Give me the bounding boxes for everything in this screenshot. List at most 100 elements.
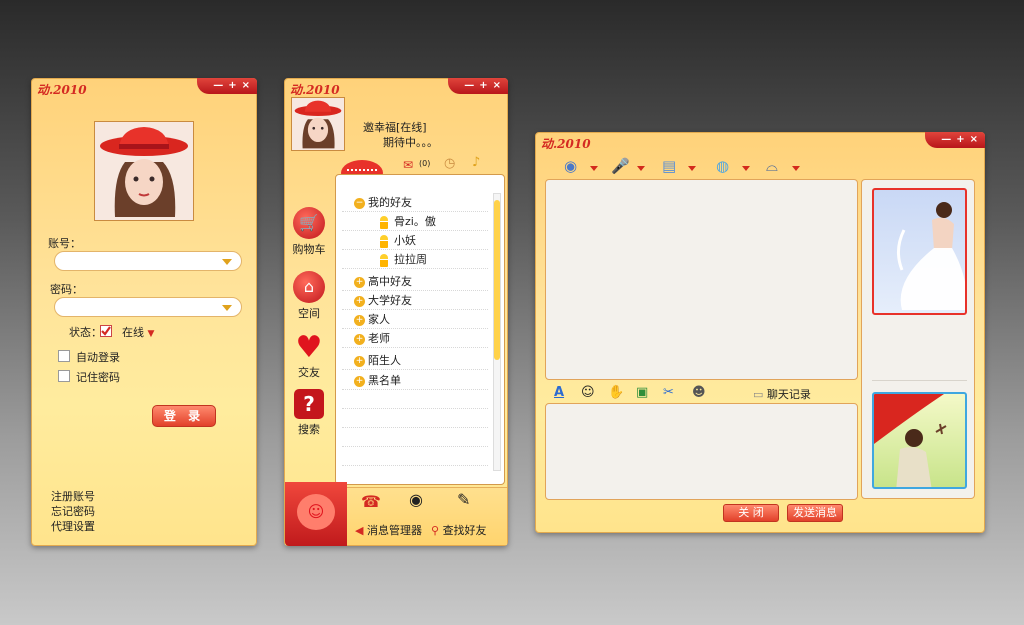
register-link[interactable]: 注册账号 — [51, 488, 95, 504]
close-button[interactable]: × — [970, 135, 978, 145]
user-avatar[interactable] — [291, 97, 345, 151]
brand-logo: 动.2010 — [37, 83, 87, 97]
document-icon: ▭ — [753, 388, 764, 401]
telephone-icon[interactable]: ☎ — [361, 492, 381, 511]
chat-bubble-icon[interactable]: ◍ — [716, 157, 750, 177]
scrollbar-thumb[interactable] — [494, 200, 500, 360]
group-row[interactable]: + 陌生人 — [342, 351, 488, 370]
group-row[interactable]: + 高中好友 — [342, 272, 488, 291]
message-manager-label: 消息管理器 — [366, 524, 422, 537]
group-row[interactable]: + 老师 — [342, 329, 488, 348]
webcam-icon[interactable]: ◉ — [409, 490, 423, 509]
sidebar-item-label: 搜索 — [298, 423, 320, 436]
sidebar-item-dating[interactable]: ♥ 交友 — [291, 332, 327, 380]
find-friend-button[interactable]: ⚲ 查找好友 — [431, 522, 487, 538]
sidebar-item-space[interactable]: ⌂ 空间 — [291, 271, 327, 321]
expand-icon: + — [354, 314, 365, 326]
forgot-password-link[interactable]: 忘记密码 — [51, 503, 95, 519]
chat-history-button[interactable]: ▭ 聊天记录 — [753, 386, 811, 402]
expand-icon: + — [354, 276, 365, 288]
hand-icon[interactable]: ✋ — [608, 385, 624, 400]
group-row[interactable]: + 家人 — [342, 310, 488, 329]
close-chat-button[interactable]: 关 闭 — [723, 504, 779, 522]
emoji-icon[interactable]: ☺ — [581, 385, 595, 400]
group-row[interactable]: + 黑名单 — [342, 371, 488, 390]
home-menu-button[interactable]: ☺ — [285, 482, 347, 546]
person-icon — [380, 234, 388, 248]
smiley-face-icon: ☺ — [297, 494, 335, 530]
scissors-icon[interactable]: ✂ — [663, 385, 674, 400]
message-input[interactable] — [545, 403, 858, 500]
status-dropdown[interactable]: 在线 ▼ — [122, 324, 154, 340]
webcam-icon[interactable]: ◉ — [564, 157, 598, 177]
group-label: 高中好友 — [368, 275, 412, 288]
sidebar-item-label: 购物车 — [292, 243, 326, 256]
auto-login-checkbox[interactable] — [58, 350, 70, 362]
group-label: 黑名单 — [368, 374, 401, 387]
auto-login-label: 自动登录 — [76, 351, 120, 364]
maximize-button[interactable]: + — [956, 135, 964, 145]
group-label: 家人 — [368, 313, 390, 326]
status-label: 状态： — [69, 326, 102, 339]
chevron-down-icon[interactable] — [792, 166, 800, 171]
close-button[interactable]: × — [493, 81, 501, 91]
music-note-icon[interactable]: ♪ — [472, 155, 480, 170]
folder-icon[interactable]: ▤ — [662, 157, 696, 177]
status-check-icon[interactable] — [100, 325, 112, 337]
chevron-down-icon[interactable] — [590, 166, 598, 171]
proxy-settings-link[interactable]: 代理设置 — [51, 518, 95, 534]
user-avatar[interactable] — [94, 121, 194, 221]
contact-list-scrollbar[interactable] — [493, 193, 501, 471]
mail-icon[interactable]: ✉ — [403, 158, 413, 172]
group-row[interactable]: + 大学好友 — [342, 291, 488, 310]
minimize-button[interactable]: — — [941, 135, 951, 145]
chevron-down-icon[interactable] — [222, 259, 232, 265]
chevron-down-icon[interactable] — [742, 166, 750, 171]
maximize-button[interactable]: + — [479, 81, 487, 91]
sidebar-item-label: 空间 — [298, 307, 320, 320]
empty-row — [342, 390, 488, 409]
remember-password-checkbox[interactable] — [58, 370, 70, 382]
friend-row[interactable]: 骨zi。傲 — [342, 212, 488, 231]
remember-password-label: 记住密码 — [76, 371, 120, 384]
status-value: 在线 — [122, 326, 144, 339]
friend-name: 小妖 — [394, 234, 416, 247]
password-combobox[interactable] — [54, 297, 242, 317]
empty-row — [342, 409, 488, 428]
login-button[interactable]: 登 录 — [152, 405, 216, 427]
user-signature: 期待中。。。 — [383, 136, 438, 149]
group-label: 老师 — [368, 332, 390, 345]
shopping-cart-icon: 🛒 — [293, 207, 325, 239]
chat-history-label: 聊天记录 — [766, 388, 811, 401]
expand-icon: + — [354, 355, 365, 367]
maximize-button[interactable]: + — [228, 81, 236, 91]
group-my-friends[interactable]: − 我的好友 — [342, 193, 488, 212]
ballerina-illustration — [872, 188, 967, 315]
contacts-bottom-bar: ☺ ☎ ◉ ✎ ◀ 消息管理器 ⚲ 查找好友 — [285, 482, 507, 546]
microphone-icon[interactable]: 🎤 — [611, 157, 645, 177]
clock-icon[interactable]: ◷ — [444, 156, 455, 171]
contacts-window: 动.2010 — + × 邀幸福[在线] 期待中。。。 ✉ (0) ◷ ♪ 🛒 … — [284, 78, 508, 546]
sidebar-item-search[interactable]: ? 搜索 — [291, 389, 327, 437]
notepad-icon[interactable]: ✎ — [457, 490, 470, 509]
chevron-down-icon[interactable] — [688, 166, 696, 171]
minimize-button[interactable]: — — [213, 81, 223, 91]
account-combobox[interactable] — [54, 251, 242, 271]
chevron-down-icon[interactable] — [637, 166, 645, 171]
brand-logo: 动.2010 — [290, 83, 340, 97]
font-icon[interactable]: A — [554, 385, 564, 400]
send-message-button[interactable]: 发送消息 — [787, 504, 843, 522]
sidebar-item-label: 交友 — [298, 366, 320, 379]
friend-row[interactable]: 小妖 — [342, 231, 488, 250]
message-manager-button[interactable]: ◀ 消息管理器 — [355, 522, 422, 538]
close-button[interactable]: × — [242, 81, 250, 91]
chevron-down-icon[interactable] — [222, 305, 232, 311]
minimize-button[interactable]: — — [464, 81, 474, 91]
friend-row[interactable]: 拉拉周 — [342, 250, 488, 269]
triangle-down-icon: ▼ — [147, 329, 155, 339]
captain-hat-icon[interactable]: ⌓ — [766, 157, 800, 177]
image-icon[interactable]: ▣ — [636, 385, 648, 400]
message-history-pane[interactable] — [545, 179, 858, 380]
sidebar-item-shopping-cart[interactable]: 🛒 购物车 — [291, 207, 327, 257]
person-icon[interactable]: ☻ — [692, 385, 706, 400]
